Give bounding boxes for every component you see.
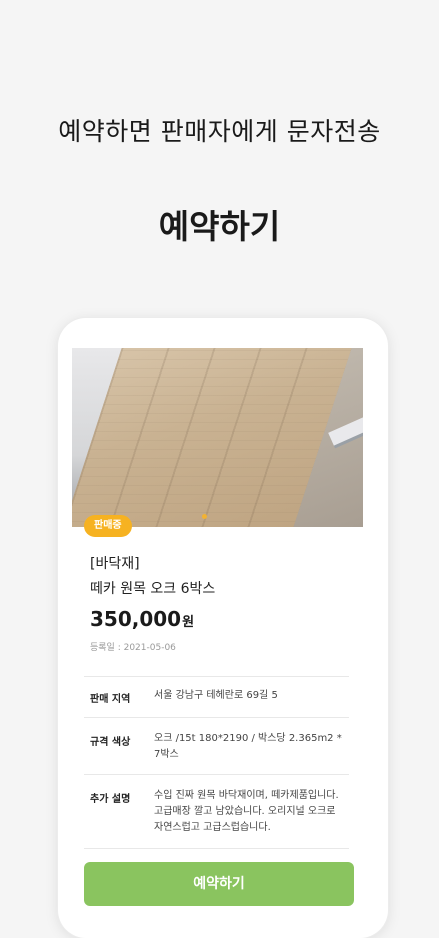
divider — [84, 848, 349, 849]
carousel-indicator-dot[interactable] — [202, 514, 207, 519]
detail-value-spec: 오크 /15t 180*2190 / 박스당 2.365m2 * 7박스 — [154, 733, 342, 760]
price-unit: 원 — [182, 615, 195, 630]
detail-value-region: 서울 강남구 테헤란로 69길 5 — [154, 690, 278, 701]
reserve-button[interactable]: 예약하기 — [84, 862, 354, 906]
divider — [84, 717, 349, 718]
detail-label-region: 판매 지역 — [90, 694, 131, 705]
promo-headline: 예약하면 판매자에게 문자전송 — [58, 117, 381, 146]
price-value: 350,000 — [90, 607, 182, 631]
listing-screen: 판매중 [바닥재] 떼카 원목 오크 6박스 350,000원 등록일 : 20… — [72, 348, 363, 908]
product-category: [바닥재] — [90, 556, 140, 572]
photo-rail — [328, 404, 363, 446]
photo-wood-board — [72, 348, 363, 527]
detail-label-spec: 규격 색상 — [90, 737, 131, 748]
product-name: 떼카 원목 오크 6박스 — [90, 581, 216, 597]
product-photo[interactable] — [72, 348, 363, 527]
promo-title: 예약하기 — [158, 207, 281, 246]
registration-date: 등록일 : 2021-05-06 — [90, 643, 176, 653]
divider — [84, 774, 349, 775]
product-price: 350,000원 — [90, 607, 194, 631]
detail-value-description: 수입 진짜 원목 바닥재이며, 떼카제품입니다. 고급매장 깔고 남았습니다. … — [154, 790, 339, 833]
status-badge: 판매중 — [84, 515, 132, 537]
detail-label-description: 추가 설명 — [90, 794, 131, 805]
divider — [84, 676, 349, 677]
